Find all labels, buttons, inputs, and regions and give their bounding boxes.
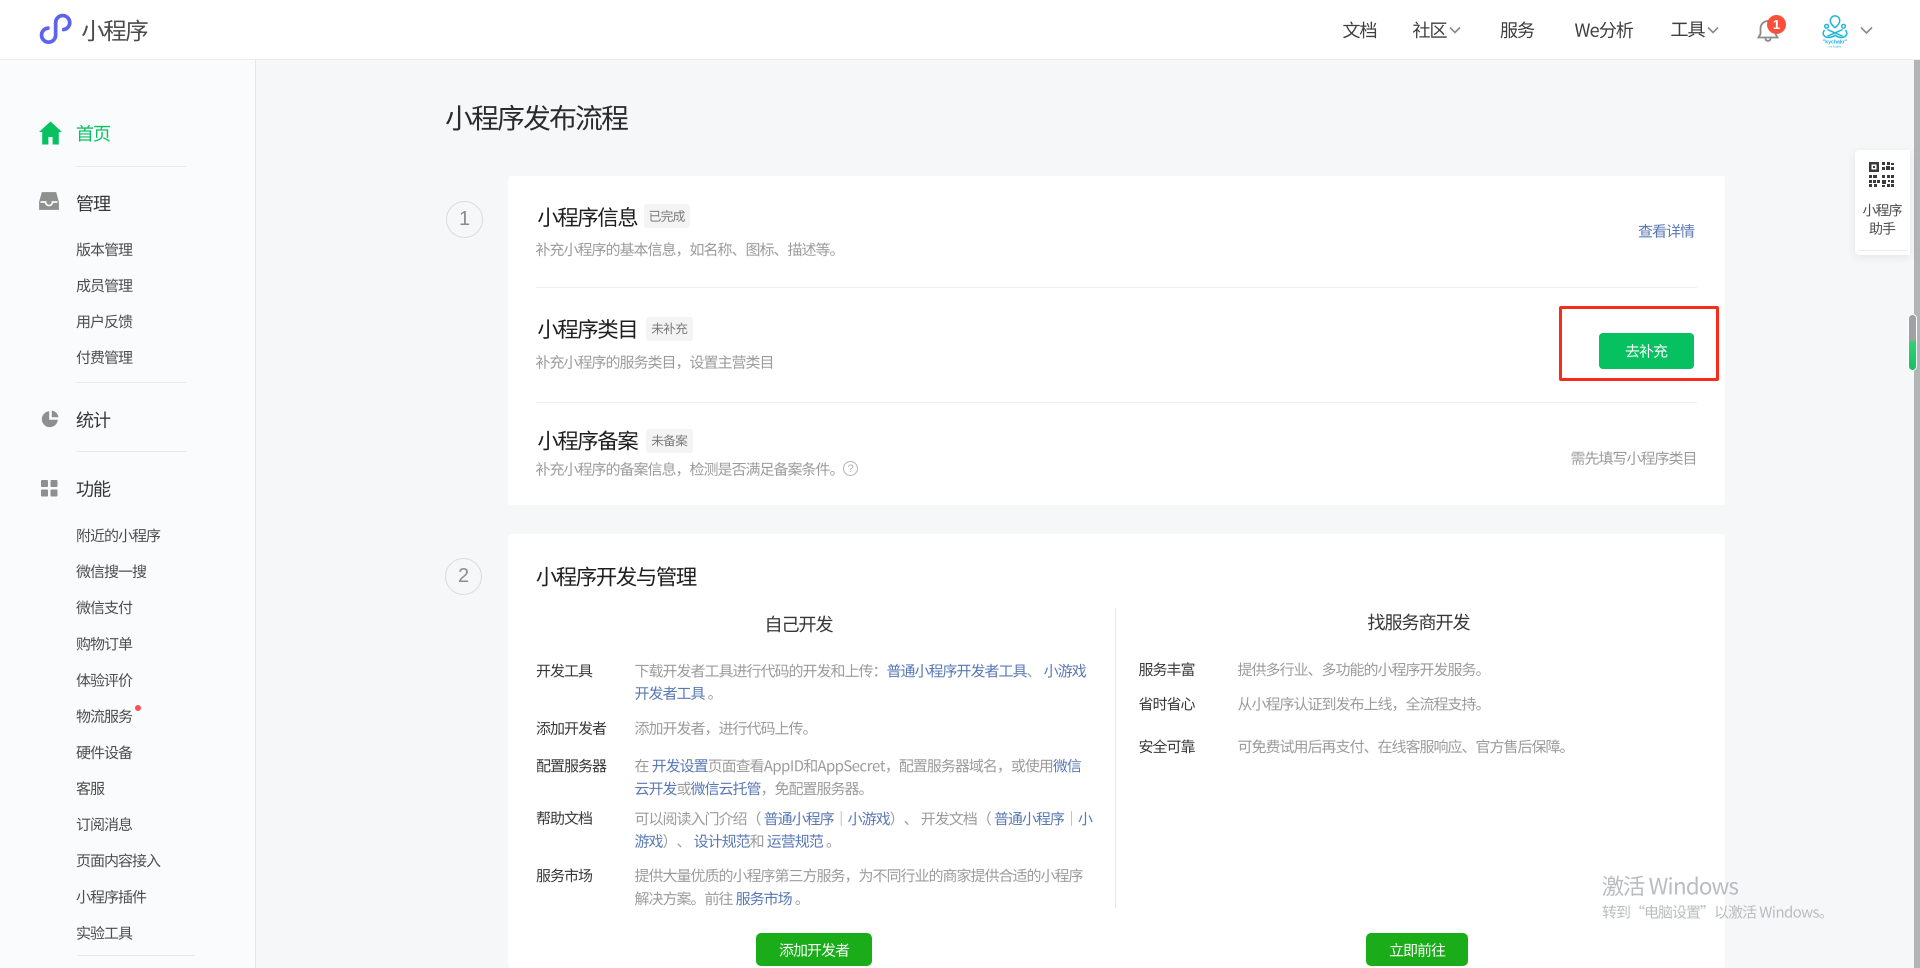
svg-text:est kydbkr: est kydbkr xyxy=(1829,45,1842,48)
